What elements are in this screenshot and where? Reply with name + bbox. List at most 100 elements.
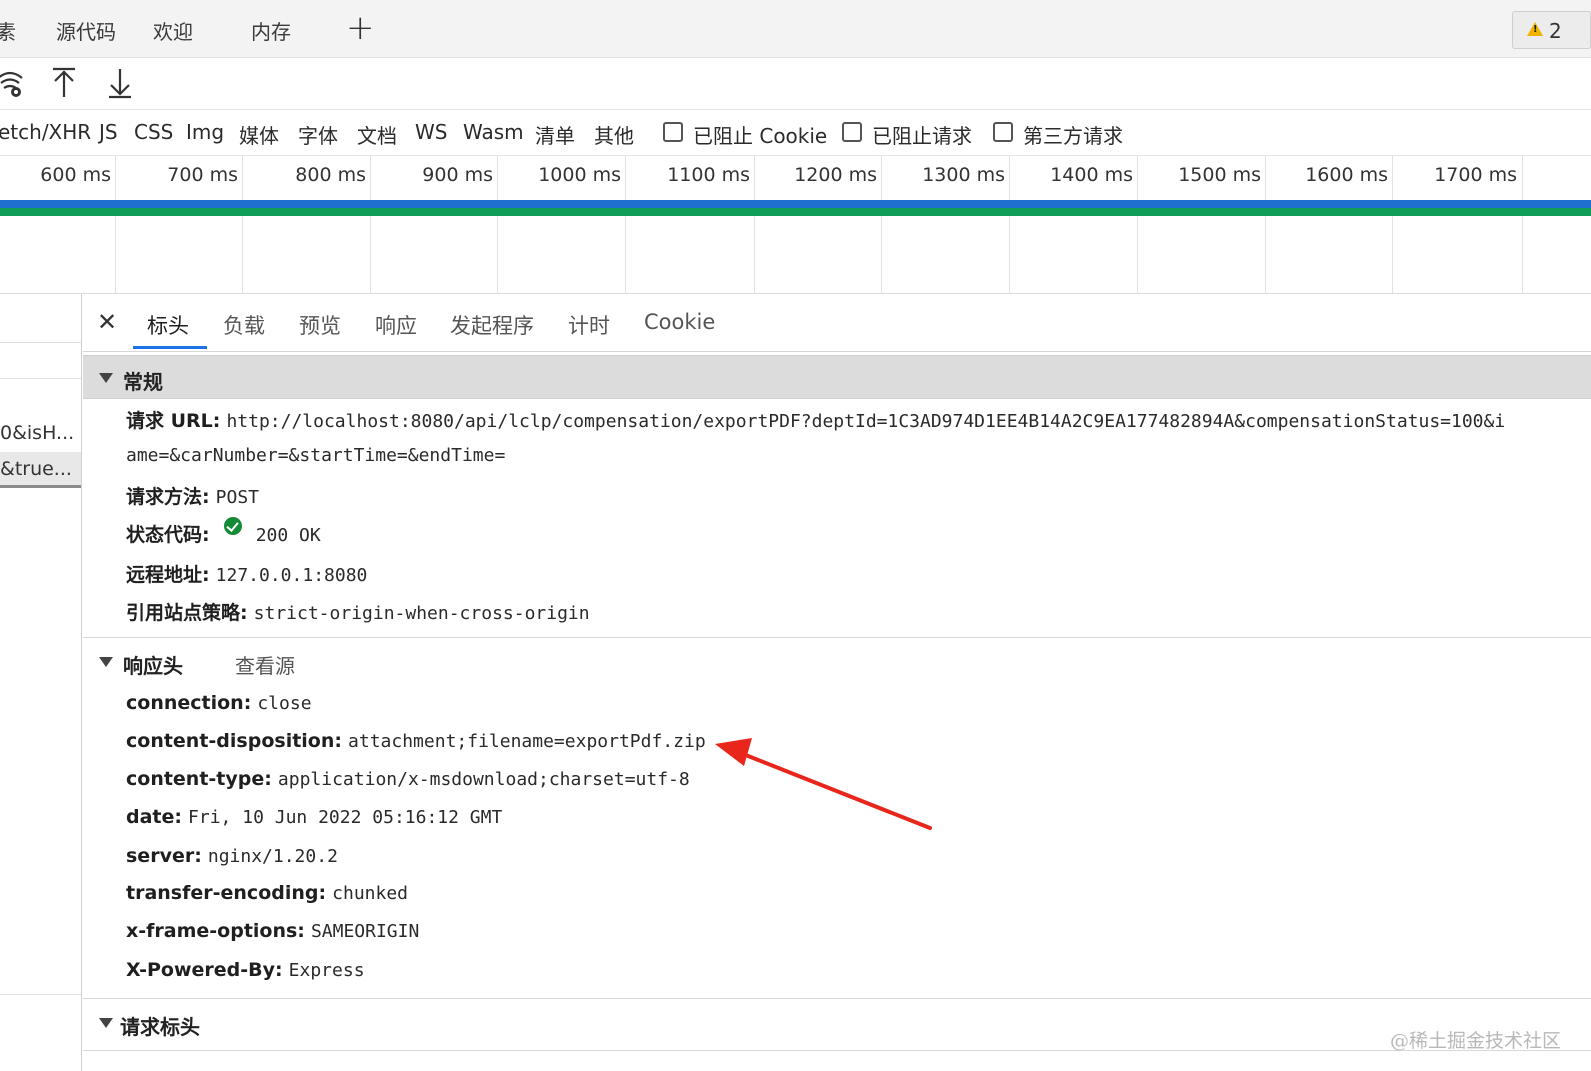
header-key: transfer-encoding: xyxy=(126,882,327,904)
close-icon[interactable]: ✕ xyxy=(97,310,117,334)
grid-line xyxy=(242,156,243,294)
request-row[interactable]: 0&isH... xyxy=(0,416,81,452)
grid-line xyxy=(1392,156,1393,294)
request-headers-section-header[interactable]: 请求标头 xyxy=(83,1001,1591,1045)
filter-ws[interactable]: WS xyxy=(415,120,447,144)
time-tick: 1700 ms xyxy=(1434,164,1517,186)
header-key: content-type: xyxy=(126,768,272,790)
blocked-requests-checkbox[interactable] xyxy=(842,122,862,142)
tab-memory[interactable]: 内存 xyxy=(251,16,291,45)
time-tick: 800 ms xyxy=(295,164,366,186)
request-row-selected[interactable]: &true... xyxy=(0,452,81,488)
filter-wasm[interactable]: Wasm xyxy=(463,120,524,144)
request-url-row-continued: ame=&carNumber=&startTime=&endTime= xyxy=(126,444,505,466)
response-header-row: X-Powered-By: Express xyxy=(126,959,365,981)
grid-line xyxy=(1265,156,1266,294)
tab-preview[interactable]: 预览 xyxy=(299,310,341,340)
header-value: 127.0.0.1:8080 xyxy=(215,565,368,586)
referrer-policy-row: 引用站点策略: strict-origin-when-cross-origin xyxy=(126,598,590,625)
time-tick: 1500 ms xyxy=(1178,164,1261,186)
network-conditions-icon[interactable] xyxy=(0,66,26,100)
header-key: X-Powered-By: xyxy=(126,959,283,981)
header-value: ame=&carNumber=&startTime=&endTime= xyxy=(126,445,506,466)
header-value: attachment;filename=exportPdf.zip xyxy=(348,731,706,752)
import-har-icon[interactable] xyxy=(50,66,78,100)
tab-elements[interactable]: 素 xyxy=(0,16,16,45)
filter-css[interactable]: CSS xyxy=(134,120,173,144)
grid-line xyxy=(625,156,626,294)
tab-sources[interactable]: 源代码 xyxy=(56,16,116,45)
tab-welcome[interactable]: 欢迎 xyxy=(153,16,193,45)
type-filter-bar: etch/XHR JS CSS Img 媒体 字体 文档 WS Wasm 清单 … xyxy=(0,110,1591,156)
header-value: close xyxy=(257,693,312,714)
response-header-row: x-frame-options: SAMEORIGIN xyxy=(126,920,419,942)
tab-cookies[interactable]: Cookie xyxy=(644,310,715,334)
header-value: nginx/1.20.2 xyxy=(207,846,338,867)
time-tick: 1400 ms xyxy=(1050,164,1133,186)
header-value: SAMEORIGIN xyxy=(310,921,420,942)
time-tick: 1200 ms xyxy=(794,164,877,186)
section-divider xyxy=(83,1050,1591,1051)
add-tab-icon[interactable]: + xyxy=(346,8,375,48)
grid-line xyxy=(754,156,755,294)
tab-headers[interactable]: 标头 xyxy=(147,310,189,340)
export-har-icon[interactable] xyxy=(106,66,134,100)
tab-response[interactable]: 响应 xyxy=(375,310,417,340)
blocked-requests-label: 已阻止请求 xyxy=(872,124,972,148)
filter-font[interactable]: 字体 xyxy=(298,120,338,149)
section-title: 响应头 xyxy=(123,654,183,678)
filter-media[interactable]: 媒体 xyxy=(239,120,279,149)
active-tab-indicator xyxy=(133,346,207,349)
header-value: strict-origin-when-cross-origin xyxy=(253,603,590,624)
section-divider xyxy=(83,637,1591,638)
list-divider xyxy=(0,994,81,995)
response-header-row: date: Fri, 10 Jun 2022 05:16:12 GMT xyxy=(126,806,502,828)
tab-payload[interactable]: 负载 xyxy=(223,310,265,340)
filter-manifest[interactable]: 清单 xyxy=(535,120,575,149)
grid-line xyxy=(370,156,371,294)
time-tick: 600 ms xyxy=(40,164,111,186)
request-list: 0&isH... &true... xyxy=(0,294,82,1071)
timeline-download-bar xyxy=(0,208,1591,216)
filter-fetch-xhr[interactable]: etch/XHR xyxy=(0,120,91,144)
header-value: 200 OK xyxy=(255,525,321,546)
response-headers-section-header[interactable]: 响应头 查看源 xyxy=(83,640,1591,684)
general-section-header[interactable]: 常规 xyxy=(83,355,1591,399)
header-value: http://localhost:8080/api/lclp/compensat… xyxy=(226,411,1506,432)
filter-other[interactable]: 其他 xyxy=(594,120,634,149)
time-tick: 1000 ms xyxy=(538,164,621,186)
filter-js[interactable]: JS xyxy=(99,120,118,144)
time-tick: 1300 ms xyxy=(922,164,1005,186)
time-tick: 1100 ms xyxy=(667,164,750,186)
list-divider xyxy=(0,342,81,343)
view-source-link[interactable]: 查看源 xyxy=(235,650,295,679)
status-code-row: 状态代码: 200 OK xyxy=(126,517,321,547)
tab-initiator[interactable]: 发起程序 xyxy=(450,310,534,340)
status-ok-icon xyxy=(223,517,242,535)
grid-line xyxy=(497,156,498,294)
watermark: @稀土掘金技术社区 xyxy=(1389,1030,1561,1052)
collapse-triangle-icon[interactable] xyxy=(99,373,113,383)
timeline-overview[interactable]: 600 ms 700 ms 800 ms 900 ms 1000 ms 1100… xyxy=(0,156,1591,294)
list-divider xyxy=(0,378,81,379)
header-key: content-disposition: xyxy=(126,730,342,752)
header-value: Express xyxy=(288,960,365,981)
collapse-triangle-icon[interactable] xyxy=(99,1018,113,1028)
request-detail-tabs: ✕ 标头 负载 预览 响应 发起程序 计时 Cookie xyxy=(83,294,1591,352)
devtools-tab-bar: 素 源代码 欢迎 内存 + 2 xyxy=(0,0,1591,58)
collapse-triangle-icon[interactable] xyxy=(99,657,113,667)
third-party-label: 第三方请求 xyxy=(1023,124,1123,148)
warning-icon xyxy=(1527,22,1543,36)
tab-timing[interactable]: 计时 xyxy=(568,310,610,340)
section-divider xyxy=(83,998,1591,999)
time-tick: 900 ms xyxy=(422,164,493,186)
header-key: 引用站点策略: xyxy=(126,602,248,624)
response-header-row: transfer-encoding: chunked xyxy=(126,882,408,904)
warnings-badge[interactable]: 2 xyxy=(1512,11,1591,49)
third-party-checkbox[interactable] xyxy=(993,122,1013,142)
section-title: 常规 xyxy=(123,370,163,394)
header-key: 状态代码: xyxy=(126,524,210,546)
filter-img[interactable]: Img xyxy=(186,120,224,144)
blocked-cookies-checkbox[interactable] xyxy=(663,122,683,142)
filter-doc[interactable]: 文档 xyxy=(357,120,397,149)
